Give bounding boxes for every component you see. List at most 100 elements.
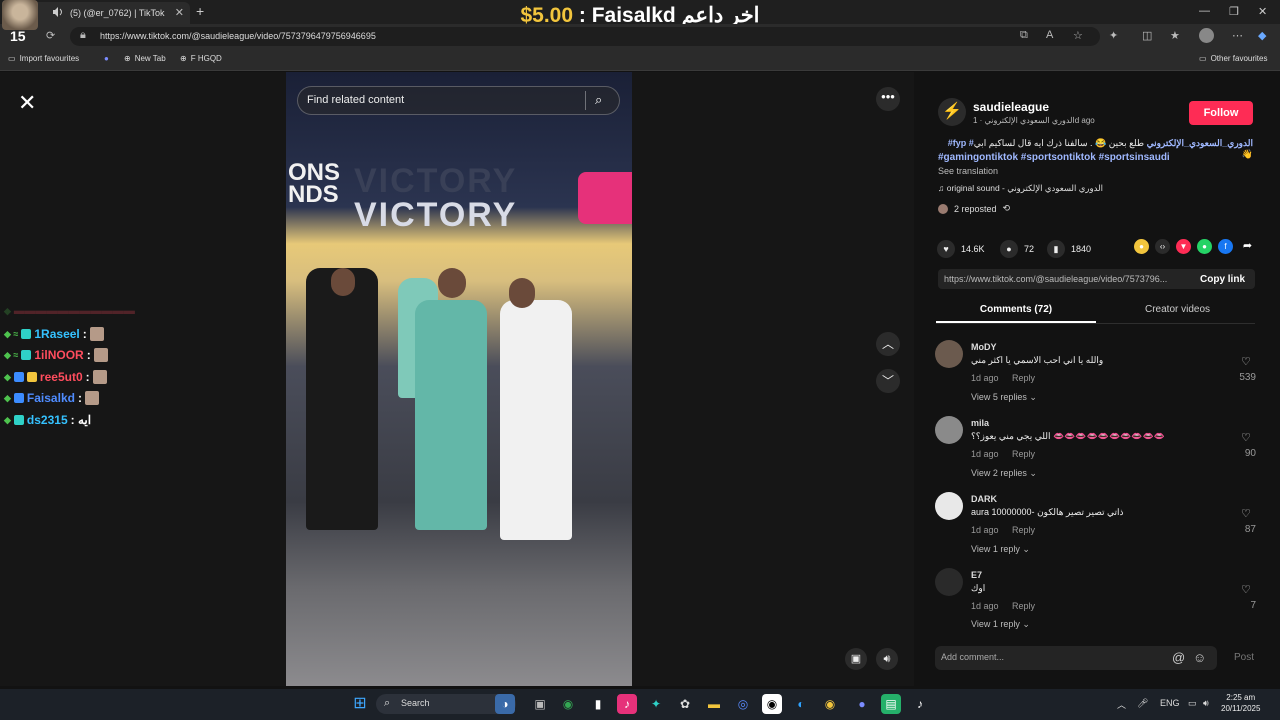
- save-stat[interactable]: ▮ 1840: [1047, 240, 1091, 258]
- comment-like-icon[interactable]: ♡: [1241, 583, 1251, 596]
- share-arrow-icon[interactable]: ➦: [1240, 239, 1255, 254]
- search-icon[interactable]: ⌕: [595, 92, 602, 108]
- sound-link[interactable]: ♫ original sound - الدوري السعودي الإلكت…: [938, 183, 1103, 194]
- emoji-icon[interactable]: ☺: [1193, 650, 1206, 665]
- comment-username[interactable]: MoDY: [971, 342, 997, 352]
- taskbar-search-label[interactable]: Search: [401, 698, 430, 708]
- file-icon[interactable]: ▮: [588, 694, 608, 714]
- open-app-icon[interactable]: ⧉: [1020, 29, 1028, 42]
- widgets-icon[interactable]: ◑: [495, 694, 515, 714]
- video-link[interactable]: https://www.tiktok.com/@saudieleague/vid…: [944, 274, 1167, 284]
- windows-start-icon[interactable]: ⊞: [350, 694, 370, 714]
- comment-avatar[interactable]: [935, 340, 963, 368]
- chrome-canary-icon[interactable]: ◉: [820, 694, 840, 714]
- pip-icon[interactable]: ▣: [845, 648, 867, 670]
- bookmark-fhgqd[interactable]: ⊕ F HGQD: [180, 54, 222, 63]
- copy-link-button[interactable]: Copy link: [1200, 274, 1245, 285]
- comment-reply-button[interactable]: Reply: [1012, 525, 1035, 535]
- app-icon[interactable]: ◎: [733, 694, 753, 714]
- bookmark-newtab[interactable]: ⊕ New Tab: [124, 54, 166, 63]
- maximize-icon[interactable]: ❐: [1229, 5, 1239, 18]
- window-close-icon[interactable]: ✕: [1258, 5, 1267, 18]
- comment-username[interactable]: mila: [971, 418, 989, 428]
- app-icon[interactable]: ✦: [646, 694, 666, 714]
- language-indicator[interactable]: ENG: [1160, 698, 1180, 708]
- obs-icon[interactable]: ◉: [762, 694, 782, 714]
- mention-icon[interactable]: @: [1172, 650, 1185, 665]
- read-aloud-icon[interactable]: A: [1046, 29, 1053, 41]
- related-search-placeholder[interactable]: Find related content: [307, 94, 404, 106]
- other-favourites[interactable]: ▭ Other favourites: [1199, 54, 1267, 63]
- minimize-icon[interactable]: —: [1199, 5, 1210, 17]
- comment-reply-button[interactable]: Reply: [1012, 373, 1035, 383]
- edge-icon[interactable]: ◐: [791, 694, 811, 714]
- reposted-info[interactable]: 2 reposted ⟲: [938, 203, 1010, 214]
- comment-stat[interactable]: ● 72: [1000, 240, 1034, 258]
- comment-avatar[interactable]: [935, 568, 963, 596]
- tiktok-studio-icon[interactable]: ♪: [617, 694, 637, 714]
- new-tab-icon[interactable]: +: [196, 3, 204, 19]
- clock[interactable]: 2:25 am 20/11/2025: [1221, 692, 1260, 714]
- favorites-icon[interactable]: ★: [1170, 29, 1180, 42]
- comment-avatar[interactable]: [935, 492, 963, 520]
- lock-icon[interactable]: 🔒︎: [80, 29, 86, 42]
- favorite-star-icon[interactable]: ☆: [1073, 29, 1083, 42]
- tab-comments[interactable]: Comments (72): [936, 304, 1096, 315]
- diamond-icon: [13, 393, 24, 403]
- volume-icon[interactable]: 🔊︎: [876, 648, 898, 670]
- close-icon[interactable]: ✕: [18, 90, 36, 116]
- bookmark-import[interactable]: ▭ Import favourites: [8, 54, 79, 63]
- comment-username[interactable]: DARK: [971, 494, 997, 504]
- file-explorer-icon[interactable]: ▬: [704, 694, 724, 714]
- split-screen-icon[interactable]: ◫: [1142, 29, 1152, 42]
- extensions-icon[interactable]: ✦: [1109, 29, 1118, 42]
- tiktok-icon[interactable]: ♪: [910, 694, 930, 714]
- mic-icon[interactable]: 🎤︎: [1137, 698, 1148, 709]
- settings-icon[interactable]: ✿: [675, 694, 695, 714]
- account-username[interactable]: saudieleague: [973, 100, 1049, 114]
- chrome-icon[interactable]: ◉: [558, 694, 578, 714]
- previous-video-icon[interactable]: ︿: [876, 332, 900, 356]
- profile-avatar[interactable]: [1199, 28, 1214, 43]
- post-hashtags[interactable]: #gamingontiktok #sportsontiktok #sportsi…: [938, 152, 1170, 163]
- tray-chevron-icon[interactable]: ︿: [1117, 698, 1126, 711]
- send-icon[interactable]: ▼: [1176, 239, 1191, 254]
- view-replies-link[interactable]: View 5 replies ⌄: [971, 392, 1037, 403]
- tab-close-icon[interactable]: ✕: [175, 6, 184, 19]
- task-view-icon[interactable]: ▣: [530, 694, 550, 714]
- speaker-icon[interactable]: [52, 6, 64, 18]
- comment-like-icon[interactable]: ♡: [1241, 431, 1251, 444]
- view-replies-link[interactable]: View 1 reply ⌄: [971, 544, 1030, 555]
- discord-bookmark-icon[interactable]: ●: [104, 54, 109, 63]
- comment-reply-button[interactable]: Reply: [1012, 601, 1035, 611]
- comment-reply-button[interactable]: Reply: [1012, 449, 1035, 459]
- facebook-icon[interactable]: f: [1218, 239, 1233, 254]
- more-menu-icon[interactable]: ⋯: [1232, 29, 1243, 42]
- post-comment-button[interactable]: Post: [1234, 652, 1254, 663]
- follow-button[interactable]: Follow: [1189, 101, 1253, 125]
- app-icon[interactable]: ▤: [881, 694, 901, 714]
- url-text[interactable]: https://www.tiktok.com/@saudieleague/vid…: [100, 31, 376, 41]
- network-icon[interactable]: ▭: [1188, 698, 1197, 709]
- comment-avatar[interactable]: [935, 416, 963, 444]
- view-replies-link[interactable]: View 2 replies ⌄: [971, 468, 1037, 479]
- copilot-icon[interactable]: ◆: [1258, 29, 1266, 42]
- like-stat[interactable]: ♥ 14.6K: [937, 240, 985, 258]
- embed-icon[interactable]: ‹›: [1155, 239, 1170, 254]
- comment-input[interactable]: Add comment...: [941, 652, 1004, 662]
- share-coin-icon[interactable]: ●: [1134, 239, 1149, 254]
- comment-username[interactable]: E7: [971, 570, 982, 580]
- comment-like-icon[interactable]: ♡: [1241, 507, 1251, 520]
- stage-logo: [578, 172, 632, 224]
- comment-like-icon[interactable]: ♡: [1241, 355, 1251, 368]
- more-options-icon[interactable]: •••: [876, 87, 900, 111]
- next-video-icon[interactable]: ﹀: [876, 369, 900, 393]
- see-translation-link[interactable]: See translation: [938, 166, 998, 176]
- volume-tray-icon[interactable]: 🔊︎: [1203, 698, 1209, 709]
- discord-icon[interactable]: ●: [852, 694, 872, 714]
- view-replies-link[interactable]: View 1 reply ⌄: [971, 619, 1030, 630]
- tab-creator-videos[interactable]: Creator videos: [1100, 304, 1255, 315]
- whatsapp-icon[interactable]: ●: [1197, 239, 1212, 254]
- account-avatar[interactable]: ⚡: [938, 98, 966, 126]
- refresh-icon[interactable]: ⟳: [46, 29, 55, 42]
